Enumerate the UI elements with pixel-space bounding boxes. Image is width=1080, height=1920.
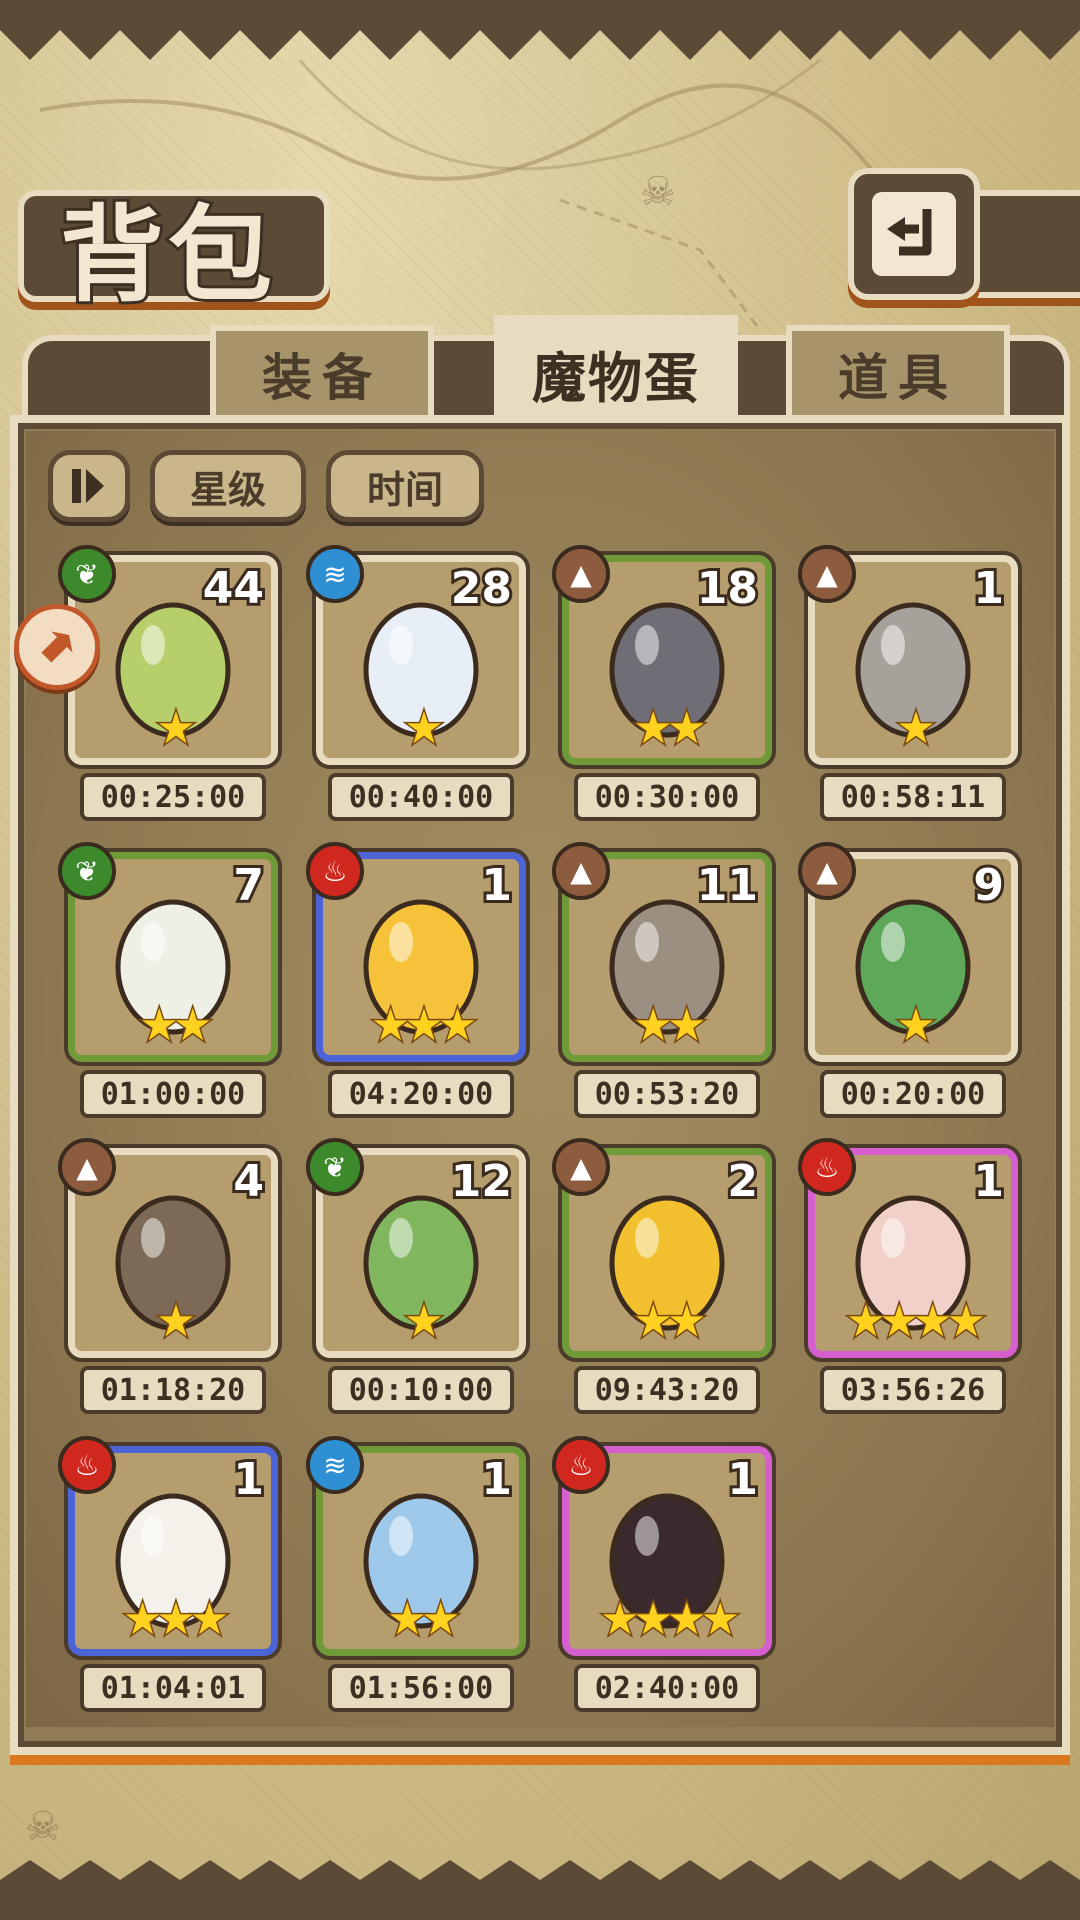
egg-count: 18 — [694, 560, 761, 617]
egg-count: 1 — [230, 1451, 267, 1508]
collapse-button[interactable] — [14, 604, 100, 690]
sort-by-time-button[interactable]: 时间 — [326, 450, 484, 522]
egg-count: 11 — [694, 857, 761, 914]
egg-slot[interactable]: ▲ 4 ★ 01:18:20 — [58, 1138, 282, 1448]
bottom-border — [0, 1860, 1080, 1920]
egg-slot[interactable]: ♨ 1 ★★★ 01:04:01 — [58, 1436, 282, 1746]
star-rating: ★ — [403, 702, 445, 756]
egg-count: 28 — [448, 560, 515, 617]
hatch-timer: 09:43:20 — [574, 1366, 760, 1414]
egg-count: 44 — [200, 560, 267, 617]
fire-element-icon: ♨ — [798, 1138, 856, 1196]
egg-count: 1 — [478, 1451, 515, 1508]
sort-toggle-button[interactable] — [48, 450, 130, 522]
star-rating: ★★ — [138, 999, 214, 1053]
water-element-icon: ≋ — [306, 1436, 364, 1494]
sort-by-star-button[interactable]: 星级 — [150, 450, 306, 522]
top-border — [0, 0, 1080, 60]
egg-slot[interactable]: ♨ 1 ★★★★ 03:56:26 — [798, 1138, 1022, 1448]
egg-slot[interactable]: ❦ 7 ★★ 01:00:00 — [58, 842, 282, 1152]
tab-label: 魔物蛋 — [532, 346, 700, 410]
tab-equipment[interactable]: 装备 — [210, 325, 434, 417]
hatch-timer: 00:25:00 — [80, 773, 266, 821]
egg-slot[interactable]: ▲ 11 ★★ 00:53:20 — [552, 842, 776, 1152]
fire-element-icon: ♨ — [58, 1436, 116, 1494]
egg-count: 1 — [970, 1153, 1007, 1210]
tab-label: 装备 — [262, 349, 382, 407]
page-title: 背包 — [57, 190, 277, 319]
star-rating: ★★★ — [121, 1593, 230, 1647]
hatch-timer: 01:18:20 — [80, 1366, 266, 1414]
star-rating: ★★★★ — [599, 1593, 742, 1647]
egg-slot[interactable]: ▲ 2 ★★ 09:43:20 — [552, 1138, 776, 1448]
tab-items[interactable]: 道具 — [786, 325, 1010, 417]
egg-count: 9 — [970, 857, 1007, 914]
hatch-timer: 02:40:00 — [574, 1664, 760, 1712]
egg-slot[interactable]: ▲ 9 ★ 00:20:00 — [798, 842, 1022, 1152]
egg-count: 4 — [230, 1153, 267, 1210]
hatch-timer: 03:56:26 — [820, 1366, 1006, 1414]
hatch-timer: 01:00:00 — [80, 1070, 266, 1118]
egg-count: 1 — [970, 560, 1007, 617]
egg-slot[interactable]: ≋ 1 ★★ 01:56:00 — [306, 1436, 530, 1746]
tab-label: 道具 — [838, 349, 958, 407]
grass-element-icon: ❦ — [306, 1138, 364, 1196]
hatch-timer: 00:53:20 — [574, 1070, 760, 1118]
svg-text:☠: ☠ — [640, 169, 676, 215]
egg-slot[interactable]: ♨ 1 ★★★★ 02:40:00 — [552, 1436, 776, 1746]
sort-toggle-icon — [72, 469, 104, 503]
star-rating: ★ — [895, 702, 937, 756]
star-rating: ★ — [895, 999, 937, 1053]
sort-star-label: 星级 — [189, 467, 266, 512]
egg-slot[interactable]: ▲ 18 ★★ 00:30:00 — [552, 545, 776, 855]
egg-slot[interactable]: ≋ 28 ★ 00:40:00 — [306, 545, 530, 855]
hatch-timer: 00:40:00 — [328, 773, 514, 821]
egg-count: 12 — [448, 1153, 515, 1210]
hatch-timer: 00:30:00 — [574, 773, 760, 821]
earth-element-icon: ▲ — [798, 545, 856, 603]
sort-time-label: 时间 — [366, 467, 443, 512]
earth-element-icon: ▲ — [552, 1138, 610, 1196]
hatch-timer: 01:56:00 — [328, 1664, 514, 1712]
back-arrow-icon — [887, 209, 932, 256]
egg-count: 2 — [724, 1153, 761, 1210]
water-element-icon: ≋ — [306, 545, 364, 603]
star-rating: ★★★ — [369, 999, 478, 1053]
egg-slot[interactable]: ♨ 1 ★★★ 04:20:00 — [306, 842, 530, 1152]
egg-count: 1 — [478, 857, 515, 914]
hatch-timer: 00:10:00 — [328, 1366, 514, 1414]
earth-element-icon: ▲ — [58, 1138, 116, 1196]
star-rating: ★★ — [632, 702, 708, 756]
back-button[interactable] — [848, 168, 980, 300]
hatch-timer: 04:20:00 — [328, 1070, 514, 1118]
earth-element-icon: ▲ — [552, 545, 610, 603]
egg-slot[interactable]: ❦ 44 ★ 00:25:00 — [58, 545, 282, 855]
egg-count: 7 — [230, 857, 267, 914]
star-rating: ★★ — [632, 999, 708, 1053]
collapse-arrow-icon — [41, 631, 73, 663]
star-rating: ★ — [155, 1295, 197, 1349]
star-rating: ★★ — [386, 1593, 462, 1647]
grass-element-icon: ❦ — [58, 842, 116, 900]
earth-element-icon: ▲ — [798, 842, 856, 900]
egg-slot[interactable]: ▲ 1 ★ 00:58:11 — [798, 545, 1022, 855]
earth-element-icon: ▲ — [552, 842, 610, 900]
egg-count: 1 — [724, 1451, 761, 1508]
tab-monster-eggs[interactable]: 魔物蛋 — [494, 315, 738, 425]
fire-element-icon: ♨ — [552, 1436, 610, 1494]
star-rating: ★★ — [632, 1295, 708, 1349]
hatch-timer: 00:58:11 — [820, 773, 1006, 821]
hatch-timer: 01:04:01 — [80, 1664, 266, 1712]
egg-slot[interactable]: ❦ 12 ★ 00:10:00 — [306, 1138, 530, 1448]
star-rating: ★ — [155, 702, 197, 756]
fire-element-icon: ♨ — [306, 842, 364, 900]
grass-element-icon: ❦ — [58, 545, 116, 603]
star-rating: ★ — [403, 1295, 445, 1349]
star-rating: ★★★★ — [845, 1295, 988, 1349]
hatch-timer: 00:20:00 — [820, 1070, 1006, 1118]
